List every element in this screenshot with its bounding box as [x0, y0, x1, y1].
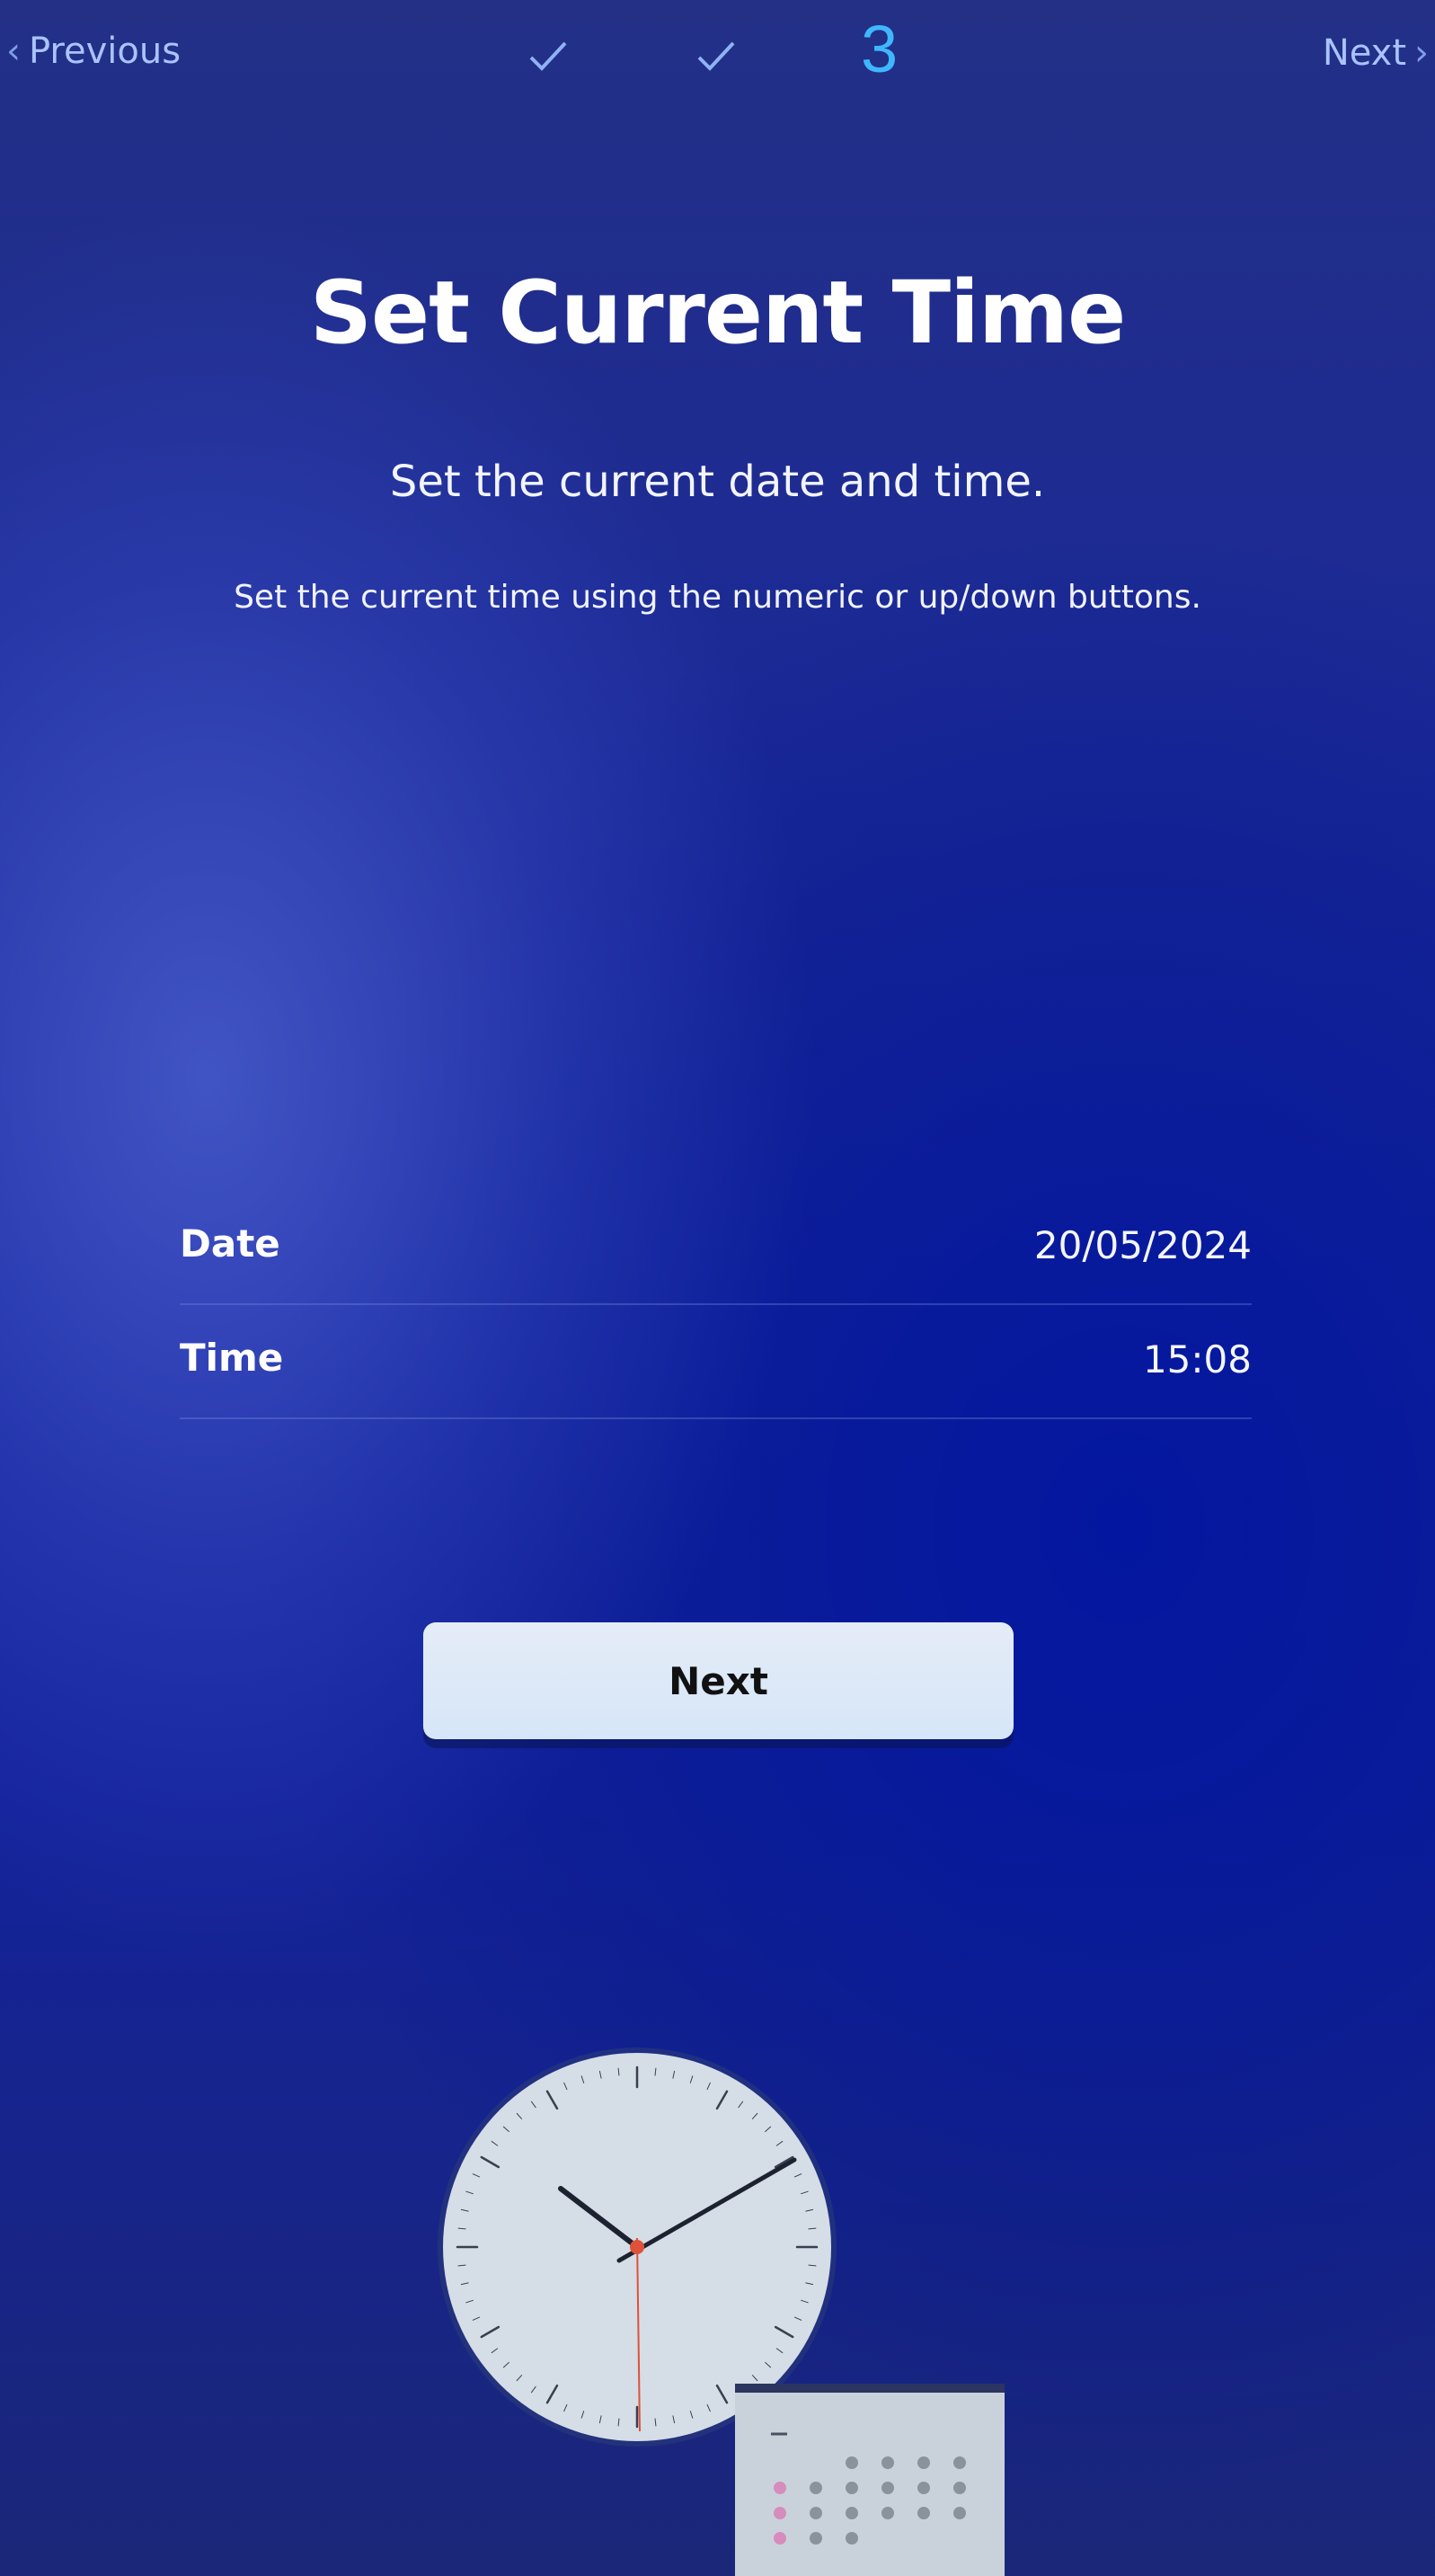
- instruction-text: Set the current time using the numeric o…: [234, 579, 1201, 616]
- next-nav-button[interactable]: Next ›: [1323, 32, 1435, 74]
- calendar-day-dot: [774, 2482, 786, 2494]
- next-nav-label: Next: [1322, 32, 1406, 74]
- page-title: Set Current Time: [309, 262, 1126, 363]
- date-label: Date: [180, 1221, 280, 1266]
- calendar-day-dot: [810, 2507, 822, 2519]
- calendar-day-dot: [810, 2482, 822, 2494]
- time-value: 15:08: [1142, 1337, 1252, 1381]
- calendar-day-dot: [917, 2507, 930, 2519]
- calendar-day-dot: [881, 2507, 894, 2519]
- check-icon: [697, 41, 735, 71]
- chevron-right-icon: ›: [1414, 32, 1429, 74]
- time-row[interactable]: Time 15:08: [180, 1305, 1252, 1419]
- calendar-day-dot: [953, 2482, 966, 2494]
- calendar-day-dot: [846, 2507, 858, 2519]
- current-step-number: 3: [861, 12, 899, 86]
- calendar-day-dot: [953, 2507, 966, 2519]
- chevron-left-icon: ‹: [6, 31, 21, 72]
- calendar-day-dot: [846, 2532, 858, 2545]
- time-label: Time: [180, 1336, 284, 1380]
- date-time-settings: Date 20/05/2024 Time 15:08: [180, 1191, 1252, 1419]
- calendar-day-dot: [810, 2532, 822, 2545]
- calendar-day-dot: [881, 2456, 894, 2469]
- date-value: 20/05/2024: [1033, 1223, 1252, 1267]
- calendar-day-dot: [917, 2456, 930, 2469]
- date-row[interactable]: Date 20/05/2024: [180, 1191, 1252, 1305]
- check-icon: [529, 41, 567, 71]
- previous-button[interactable]: ‹ Previous: [0, 31, 181, 72]
- calendar-day-dot: [846, 2482, 858, 2494]
- calendar-day-dot: [881, 2482, 894, 2494]
- page-subtitle: Set the current date and time.: [389, 457, 1046, 507]
- next-button[interactable]: Next: [423, 1622, 1014, 1739]
- calendar-illustration: [735, 2384, 1005, 2576]
- calendar-day-dot: [846, 2456, 858, 2469]
- setup-step-navigation: ‹ Previous 3 Next ›: [0, 0, 1435, 117]
- calendar-day-dot: [774, 2532, 786, 2545]
- calendar-day-dot: [953, 2456, 966, 2469]
- previous-label: Previous: [29, 31, 182, 72]
- calendar-day-dot: [774, 2507, 786, 2519]
- calendar-day-dot: [917, 2482, 930, 2494]
